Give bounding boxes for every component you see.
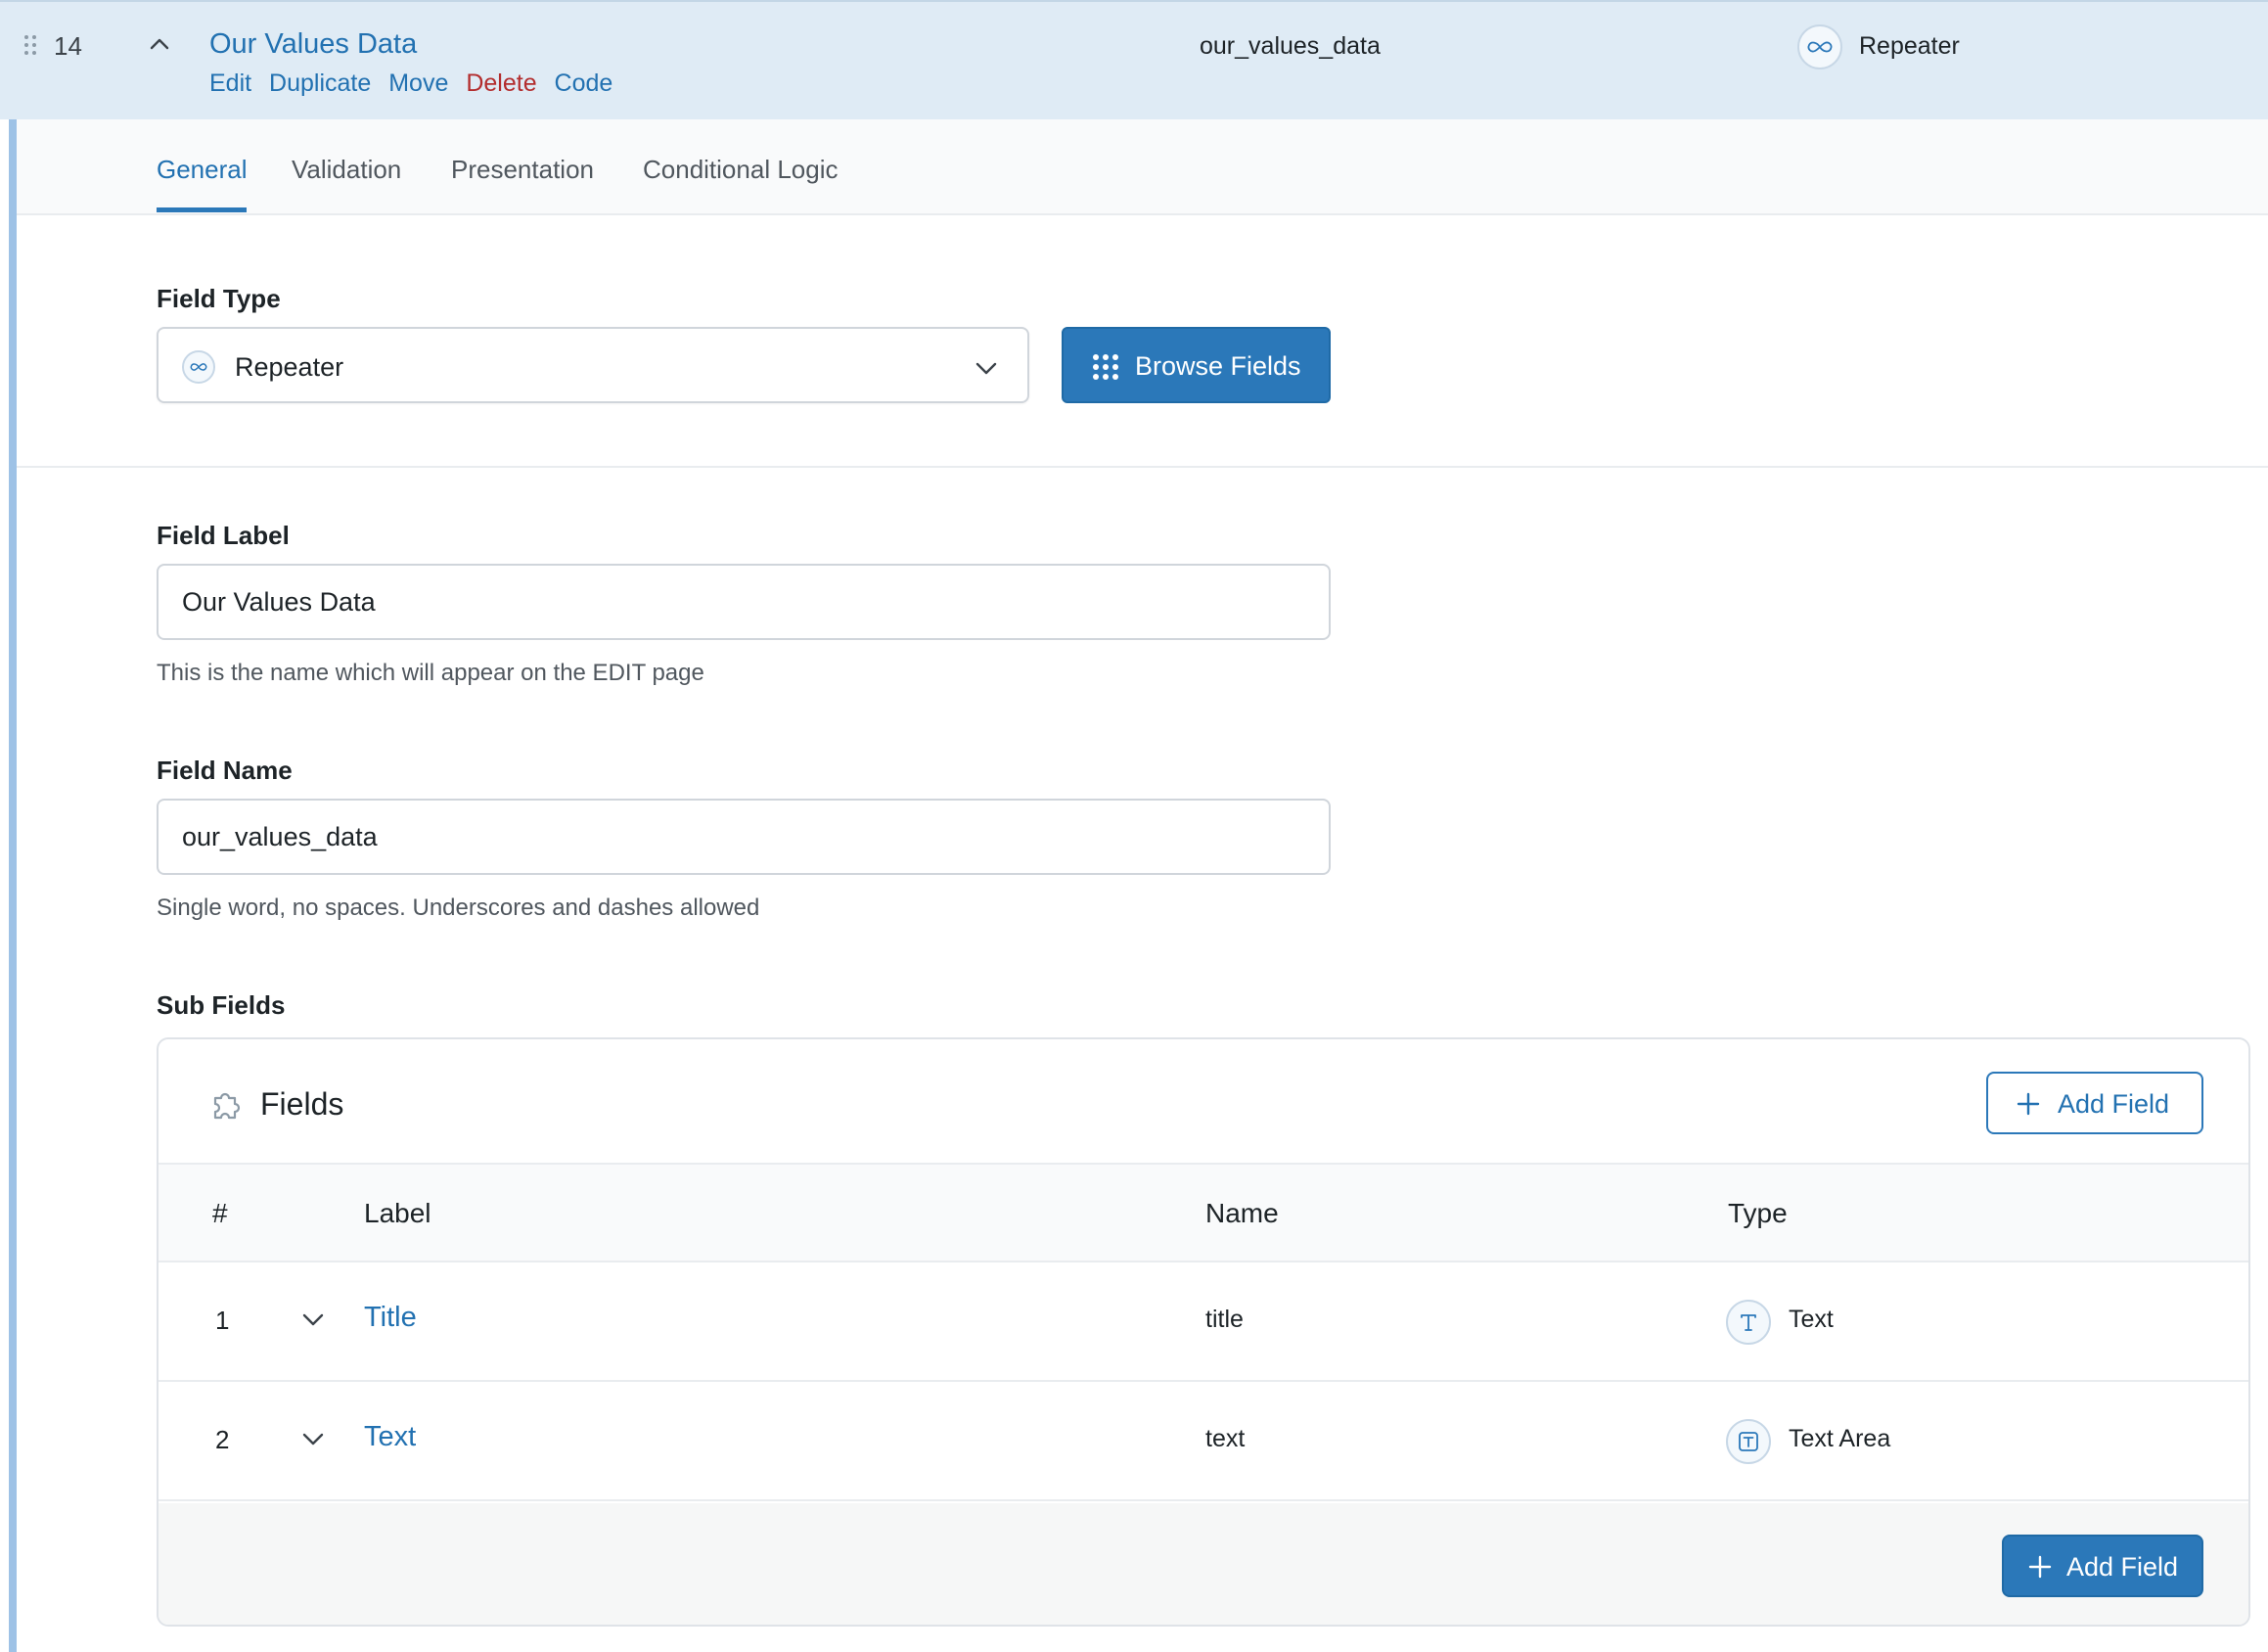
sub-fields-label: Sub Fields xyxy=(157,990,286,1020)
table-row[interactable]: 1 Title title Text xyxy=(159,1262,2248,1382)
row-order: 2 xyxy=(215,1425,230,1454)
tab-conditional-logic[interactable]: Conditional Logic xyxy=(643,155,838,185)
row-label-link[interactable]: Text xyxy=(364,1421,416,1453)
field-active-border xyxy=(9,119,17,1652)
tab-validation[interactable]: Validation xyxy=(292,155,401,185)
code-action[interactable]: Code xyxy=(555,69,613,97)
add-field-button-bottom[interactable]: Add Field xyxy=(2002,1535,2203,1597)
sub-fields-title: Fields xyxy=(260,1086,344,1122)
browse-fields-label: Browse Fields xyxy=(1135,351,1301,381)
repeater-infinity-icon xyxy=(182,350,215,384)
row-actions: Edit Duplicate Move Delete Code xyxy=(209,69,623,98)
field-type-select[interactable]: Repeater xyxy=(157,327,1029,403)
sub-fields-column-headers: # Label Name Type xyxy=(159,1165,2248,1262)
sub-fields-header: Fields Add Field xyxy=(159,1039,2248,1165)
active-tab-indicator xyxy=(157,207,247,212)
field-type-selected-value: Repeater xyxy=(235,352,344,382)
field-header[interactable]: 14 Our Values Data Edit Duplicate Move D… xyxy=(0,0,2268,119)
add-field-button-top[interactable]: Add Field xyxy=(1986,1072,2203,1134)
row-name: text xyxy=(1205,1425,1246,1452)
field-name-label: Field Name xyxy=(157,756,293,785)
row-order: 1 xyxy=(215,1306,230,1335)
field-title-link[interactable]: Our Values Data xyxy=(209,28,417,61)
header-field-name: our_values_data xyxy=(1200,32,1381,60)
row-type: Text Area xyxy=(1789,1425,1891,1452)
row-name: title xyxy=(1205,1306,1244,1333)
row-type: Text xyxy=(1789,1306,1834,1333)
chevron-down-icon[interactable] xyxy=(299,1425,327,1452)
duplicate-action[interactable]: Duplicate xyxy=(269,69,371,97)
field-label-instructions: This is the name which will appear on th… xyxy=(157,660,704,686)
settings-tabs: General Validation Presentation Conditio… xyxy=(17,119,2268,215)
browse-fields-button[interactable]: Browse Fields xyxy=(1062,327,1331,403)
tab-general[interactable]: General xyxy=(157,155,248,185)
add-field-label: Add Field xyxy=(2066,1552,2179,1582)
column-name: Name xyxy=(1205,1198,1279,1228)
chevron-down-icon xyxy=(975,362,997,375)
grid-dots-icon xyxy=(1093,354,1118,380)
drag-handle-icon[interactable] xyxy=(24,35,38,59)
column-type: Type xyxy=(1728,1198,1788,1228)
header-field-type: Repeater xyxy=(1859,32,1960,60)
column-order: # xyxy=(212,1198,228,1228)
text-icon xyxy=(1726,1300,1771,1345)
delete-action[interactable]: Delete xyxy=(466,69,536,97)
field-order-number: 14 xyxy=(54,31,82,61)
tab-presentation[interactable]: Presentation xyxy=(451,155,594,185)
puzzle-icon xyxy=(213,1092,241,1120)
field-type-label: Field Type xyxy=(157,284,281,313)
sub-fields-panel: Fields Add Field # Label Name Type 1 Tit… xyxy=(157,1037,2250,1627)
field-name-input[interactable]: our_values_data xyxy=(157,799,1331,875)
move-action[interactable]: Move xyxy=(388,69,448,97)
field-label-label: Field Label xyxy=(157,521,290,550)
repeater-infinity-icon xyxy=(1797,24,1842,69)
row-label-link[interactable]: Title xyxy=(364,1302,417,1334)
column-label: Label xyxy=(364,1198,431,1228)
textarea-icon xyxy=(1726,1419,1771,1464)
chevron-up-icon[interactable] xyxy=(147,31,172,57)
sub-fields-footer: Add Field xyxy=(159,1503,2248,1625)
section-divider xyxy=(17,466,2268,468)
plus-icon xyxy=(2028,1555,2052,1579)
plus-icon xyxy=(2017,1092,2040,1116)
add-field-label: Add Field xyxy=(2058,1089,2170,1119)
chevron-down-icon[interactable] xyxy=(299,1306,327,1333)
field-name-instructions: Single word, no spaces. Underscores and … xyxy=(157,895,760,921)
edit-action[interactable]: Edit xyxy=(209,69,251,97)
field-label-input[interactable]: Our Values Data xyxy=(157,564,1331,640)
table-row[interactable]: 2 Text text Text Area xyxy=(159,1382,2248,1501)
